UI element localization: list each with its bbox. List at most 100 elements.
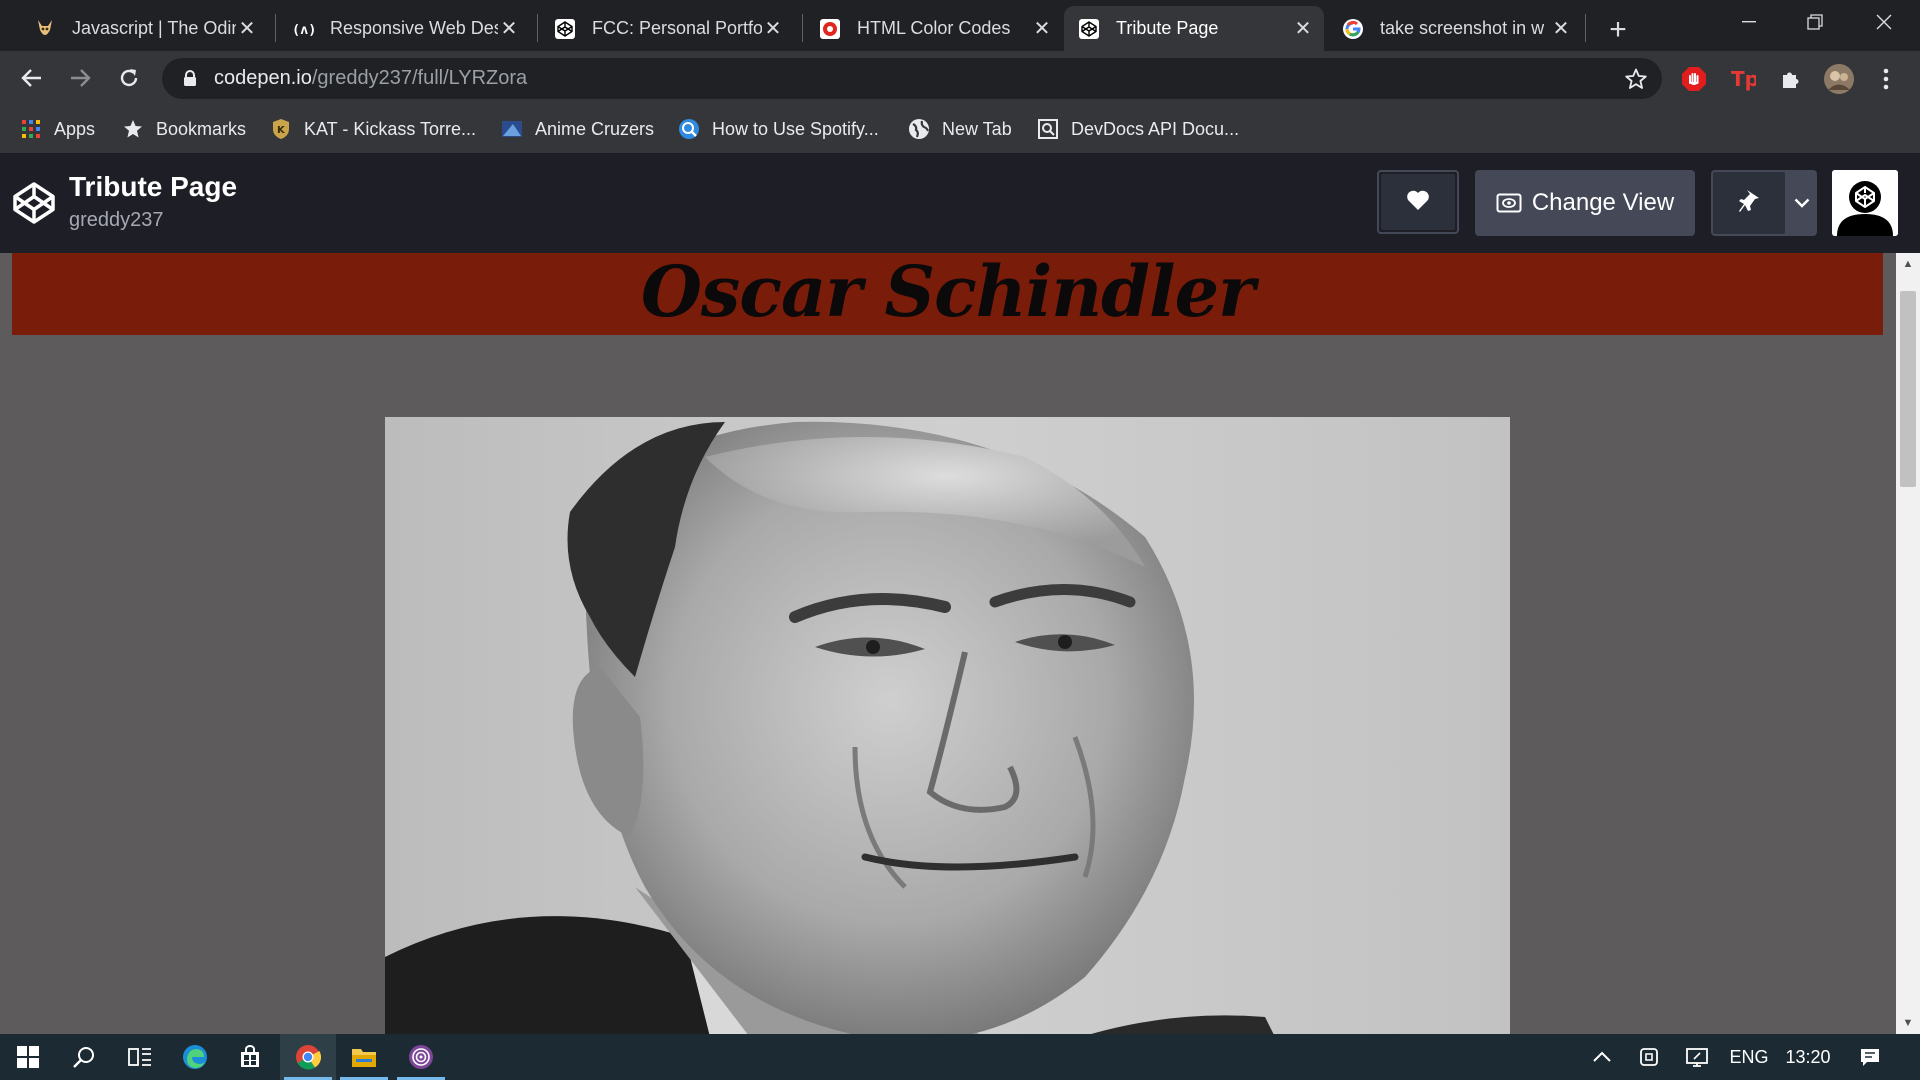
tab-title: Javascript | The Odin bbox=[72, 18, 236, 38]
tab-divider bbox=[1585, 14, 1586, 42]
close-icon[interactable]: ✕ bbox=[1550, 18, 1572, 40]
microsoft-store-icon[interactable] bbox=[222, 1034, 278, 1080]
globe-icon bbox=[908, 118, 930, 140]
bookmark-label: KAT - Kickass Torre... bbox=[304, 118, 477, 139]
task-view-icon[interactable] bbox=[112, 1034, 168, 1080]
bookmark-devdocs[interactable]: DevDocs API Docu... bbox=[1037, 115, 1239, 143]
scroll-up-arrow-icon[interactable]: ▲ bbox=[1896, 253, 1920, 275]
pen-author[interactable]: greddy237 bbox=[69, 209, 164, 232]
forward-arrow-icon[interactable] bbox=[60, 58, 100, 98]
like-button[interactable] bbox=[1377, 170, 1459, 234]
svg-text:K: K bbox=[277, 125, 286, 136]
tab-divider bbox=[537, 14, 538, 42]
codepen-logo-icon[interactable] bbox=[10, 179, 58, 227]
page-viewport: Oscar Schindler bbox=[0, 253, 1896, 1034]
notifications-icon[interactable] bbox=[1850, 1034, 1890, 1080]
url-text: codepen.io/greddy237/full/LYRZora bbox=[214, 67, 527, 90]
scroll-down-arrow-icon[interactable]: ▼ bbox=[1896, 1012, 1920, 1034]
tab-google-search[interactable]: take screenshot in w ✕ bbox=[1328, 6, 1582, 51]
tor-browser-icon[interactable] bbox=[393, 1034, 449, 1080]
tab-title: take screenshot in w bbox=[1380, 18, 1545, 38]
bookmark-folder-bookmarks[interactable]: Bookmarks bbox=[122, 115, 246, 143]
page-scrollbar[interactable]: ▲ ▼ bbox=[1896, 253, 1920, 1034]
spotify-help-icon bbox=[678, 118, 700, 140]
eye-icon bbox=[1496, 192, 1522, 214]
minimize-icon[interactable] bbox=[1717, 0, 1781, 44]
new-tab-plus-icon[interactable]: + bbox=[1598, 10, 1638, 50]
bookmark-star-icon[interactable] bbox=[1624, 67, 1648, 91]
google-icon bbox=[1342, 18, 1364, 40]
url-host: codepen.io bbox=[214, 67, 312, 89]
pen-title[interactable]: Tribute Page bbox=[69, 171, 237, 203]
close-icon[interactable]: ✕ bbox=[498, 18, 520, 40]
tab-odin[interactable]: Javascript | The Odin ✕ bbox=[20, 6, 268, 51]
display-network-icon[interactable] bbox=[1676, 1034, 1718, 1080]
heart-icon bbox=[1405, 188, 1431, 217]
address-bar[interactable]: codepen.io/greddy237/full/LYRZora bbox=[162, 58, 1662, 99]
bookmark-label: New Tab bbox=[942, 118, 1012, 139]
edge-browser-icon[interactable] bbox=[167, 1034, 223, 1080]
chevron-up-icon[interactable] bbox=[1582, 1034, 1622, 1080]
tab-title: Responsive Web Des bbox=[330, 18, 498, 38]
pin-button-group bbox=[1711, 170, 1817, 236]
search-icon[interactable] bbox=[56, 1034, 112, 1080]
bookmark-spotify-help[interactable]: How to Use Spotify... bbox=[678, 115, 879, 143]
tab-tribute-page[interactable]: Tribute Page ✕ bbox=[1064, 6, 1324, 51]
adblock-extension-icon[interactable] bbox=[1680, 65, 1708, 93]
page-heading: Oscar Schindler bbox=[640, 253, 1255, 333]
apps-grid-icon bbox=[20, 118, 42, 140]
svg-text:Tp: Tp bbox=[1731, 67, 1756, 91]
bookmark-label: DevDocs API Docu... bbox=[1071, 118, 1240, 139]
codepen-icon bbox=[1078, 18, 1100, 40]
change-view-button[interactable]: Change View bbox=[1475, 170, 1695, 236]
codepen-header: Tribute Page greddy237 Change View bbox=[0, 153, 1920, 253]
bookmark-anime-cruzers[interactable]: Anime Cruzers bbox=[501, 115, 654, 143]
close-icon[interactable]: ✕ bbox=[236, 18, 258, 40]
svg-text:(ʌ): (ʌ) bbox=[292, 22, 314, 38]
reload-icon[interactable] bbox=[109, 58, 149, 98]
system-clock[interactable]: 13:20 bbox=[1780, 1034, 1836, 1080]
tab-title: FCC: Personal Portfol bbox=[592, 18, 762, 38]
windows-taskbar: ENG 13:20 bbox=[0, 1034, 1920, 1080]
tp-extension-icon[interactable]: Tp bbox=[1729, 65, 1757, 93]
star-icon bbox=[122, 118, 144, 140]
browser-tab-strip: Javascript | The Odin ✕ (ʌ) Responsive W… bbox=[0, 0, 1920, 51]
bookmark-kat[interactable]: K KAT - Kickass Torre... bbox=[270, 115, 476, 143]
chrome-taskbar-icon[interactable] bbox=[280, 1034, 336, 1080]
devdocs-icon bbox=[1037, 118, 1059, 140]
scrollbar-thumb[interactable] bbox=[1900, 291, 1916, 487]
user-avatar[interactable] bbox=[1832, 170, 1898, 236]
profile-avatar-icon[interactable] bbox=[1822, 62, 1856, 96]
restore-icon[interactable] bbox=[1783, 0, 1847, 44]
bookmark-apps[interactable]: Apps bbox=[20, 115, 95, 143]
tab-html-color-codes[interactable]: HTML Color Codes ✕ bbox=[805, 6, 1063, 51]
close-icon[interactable]: ✕ bbox=[1292, 18, 1314, 40]
chevron-down-icon[interactable] bbox=[1787, 170, 1817, 236]
lock-icon[interactable] bbox=[180, 69, 200, 89]
more-options-icon[interactable] bbox=[1872, 65, 1900, 93]
tab-responsive-web-design[interactable]: (ʌ) Responsive Web Des ✕ bbox=[278, 6, 530, 51]
bookmark-label: How to Use Spotify... bbox=[712, 118, 879, 139]
file-explorer-icon[interactable] bbox=[336, 1034, 392, 1080]
kat-icon: K bbox=[270, 118, 292, 140]
anime-icon bbox=[501, 118, 523, 140]
bookmark-new-tab[interactable]: New Tab bbox=[908, 115, 1012, 143]
close-window-icon[interactable] bbox=[1852, 0, 1916, 44]
tab-fcc-personal-portfolio[interactable]: FCC: Personal Portfol ✕ bbox=[540, 6, 794, 51]
pin-icon bbox=[1738, 189, 1760, 218]
language-indicator[interactable]: ENG bbox=[1724, 1034, 1774, 1080]
windows-start-icon[interactable] bbox=[0, 1034, 56, 1080]
pin-button[interactable] bbox=[1713, 172, 1785, 234]
codepen-icon bbox=[554, 18, 576, 40]
bookmarks-bar: Apps Bookmarks K KAT - Kickass Torre... … bbox=[0, 105, 1920, 153]
change-view-label: Change View bbox=[1531, 189, 1675, 216]
url-path: /greddy237/full/LYRZora bbox=[311, 67, 528, 89]
meet-now-icon[interactable] bbox=[1629, 1034, 1669, 1080]
close-icon[interactable]: ✕ bbox=[762, 18, 784, 40]
portrait-image bbox=[385, 417, 1510, 1034]
back-arrow-icon[interactable] bbox=[12, 58, 52, 98]
browser-toolbar: codepen.io/greddy237/full/LYRZora Tp bbox=[0, 51, 1920, 105]
tab-divider bbox=[275, 14, 276, 42]
close-icon[interactable]: ✕ bbox=[1031, 18, 1053, 40]
extensions-puzzle-icon[interactable] bbox=[1777, 65, 1805, 93]
